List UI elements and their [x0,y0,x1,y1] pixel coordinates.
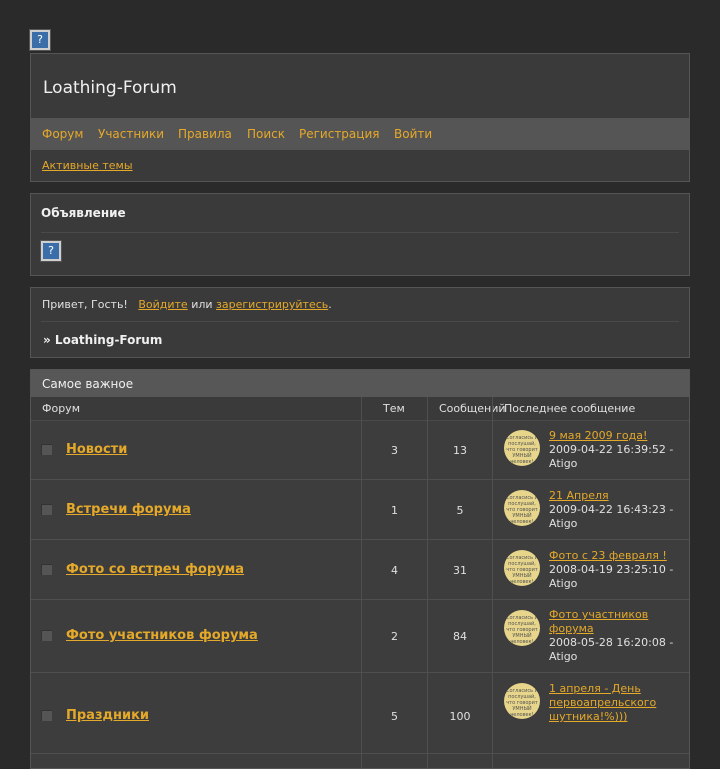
greeting-line: Привет, Гость! Войдите или зарегистрируй… [42,298,332,311]
last-post-link[interactable]: 21 Апреля [549,489,609,502]
last-post-link[interactable]: Фото с 23 февраля ! [549,549,667,562]
category-title[interactable]: Самое важное [42,377,133,391]
column-header: Форум Тем Сообщений Последнее сообщение [31,397,689,421]
forum-status-icon [41,444,52,455]
last-post-date: 2009-04-22 16:43:23 - [549,503,674,516]
forum-link[interactable]: Новости [66,442,127,457]
topic-count: 5 [391,710,398,723]
forum-row: Новости 3 13 Согласись и послушай, что г… [31,420,689,480]
last-post-author: Atigo [549,577,578,590]
forum-row: Фото участников форума 2 84 Согласись и … [31,600,689,673]
forum-category: Самое важное Форум Тем Сообщений Последн… [30,369,690,769]
avatar: Согласись и послушай, что говорит УМНЫЙ … [504,683,540,719]
post-count: 13 [453,444,467,457]
avatar: Согласись и послушай, что говорит УМНЫЙ … [504,610,540,646]
main-navbar: Форум Участники Правила Поиск Регистраци… [31,118,689,150]
col-posts: Сообщений [439,402,506,415]
col-last-post: Последнее сообщение [504,402,636,415]
forum-link[interactable]: Встречи форума [66,502,191,517]
col-forum: Форум [42,402,80,415]
last-post-link[interactable]: 9 мая 2009 года! [549,429,647,442]
period-text: . [328,298,332,311]
divider [41,321,679,322]
topic-count: 3 [391,444,398,457]
forum-header: Loathing-Forum Форум Участники Правила П… [30,53,690,182]
post-count: 5 [456,504,464,517]
forum-row: Фото со встреч форума 4 31 Согласись и п… [31,540,689,600]
announcement-panel: Объявление ? [30,193,690,276]
last-post: Фото с 23 февраля ! 2008-04-19 23:25:10 … [549,549,684,591]
last-post-author: Atigo [549,457,578,470]
login-link[interactable]: Войдите [138,298,187,311]
topic-count: 1 [391,504,398,517]
last-post-date: 2008-04-19 23:25:10 - [549,563,674,576]
last-post-date: 2008-05-28 16:20:08 - [549,636,674,649]
forum-status-icon [41,564,52,575]
avatar: Согласись и послушай, что говорит УМНЫЙ … [504,550,540,586]
nav-forum-link[interactable]: Форум [42,127,83,141]
forum-title[interactable]: Loathing-Forum [43,78,177,98]
topic-count: 2 [391,630,398,643]
last-post: 9 мая 2009 года! 2009-04-22 16:39:52 - A… [549,429,684,471]
post-count: 31 [453,564,467,577]
forum-link[interactable]: Праздники [66,708,149,723]
post-count: 84 [453,630,467,643]
nav-rules-link[interactable]: Правила [178,127,232,141]
forum-row: Праздники 5 100 Согласись и послушай, чт… [31,673,689,754]
or-text: или [191,298,213,311]
last-post: 1 апреля - День первоапрельского шутника… [549,682,684,724]
avatar: Согласись и послушай, что говорит УМНЫЙ … [504,430,540,466]
last-post-link[interactable]: 1 апреля - День первоапрельского шутника… [549,682,656,723]
divider [41,232,679,233]
last-post-link[interactable]: Фото участников форума [549,608,648,635]
topic-count: 4 [391,564,398,577]
forum-link[interactable]: Фото со встреч форума [66,562,244,577]
forum-status-icon [41,630,52,641]
forum-status-icon [41,710,52,721]
last-post-author: Atigo [549,650,578,663]
nav-register-link[interactable]: Регистрация [299,127,379,141]
avatar: Согласись и послушай, что говорит УМНЫЙ … [504,490,540,526]
nav-members-link[interactable]: Участники [98,127,164,141]
last-post: Фото участников форума 2008-05-28 16:20:… [549,608,684,664]
forum-row: Встречи форума 1 5 Согласись и послушай,… [31,480,689,540]
last-post: 21 Апреля 2009-04-22 16:43:23 - Atigo [549,489,684,531]
announcement-title: Объявление [41,206,126,220]
forum-status-icon [41,504,52,515]
category-header: Самое важное [31,370,689,397]
active-topics-link[interactable]: Активные темы [42,159,133,172]
question-icon: ? [30,30,50,50]
forum-link[interactable]: Фото участников форума [66,628,258,643]
question-icon: ? [41,241,61,261]
post-count: 100 [449,710,471,723]
nav-login-link[interactable]: Войти [394,127,432,141]
last-post-date: 2009-04-22 16:39:52 - [549,443,674,456]
nav-search-link[interactable]: Поиск [247,127,285,141]
register-link[interactable]: зарегистрируйтесь [216,298,328,311]
breadcrumb[interactable]: » Loathing-Forum [43,333,162,347]
col-topics: Тем [383,402,405,415]
greeting-text: Привет, Гость! [42,298,128,311]
last-post-author: Atigo [549,517,578,530]
greeting-panel: Привет, Гость! Войдите или зарегистрируй… [30,287,690,358]
